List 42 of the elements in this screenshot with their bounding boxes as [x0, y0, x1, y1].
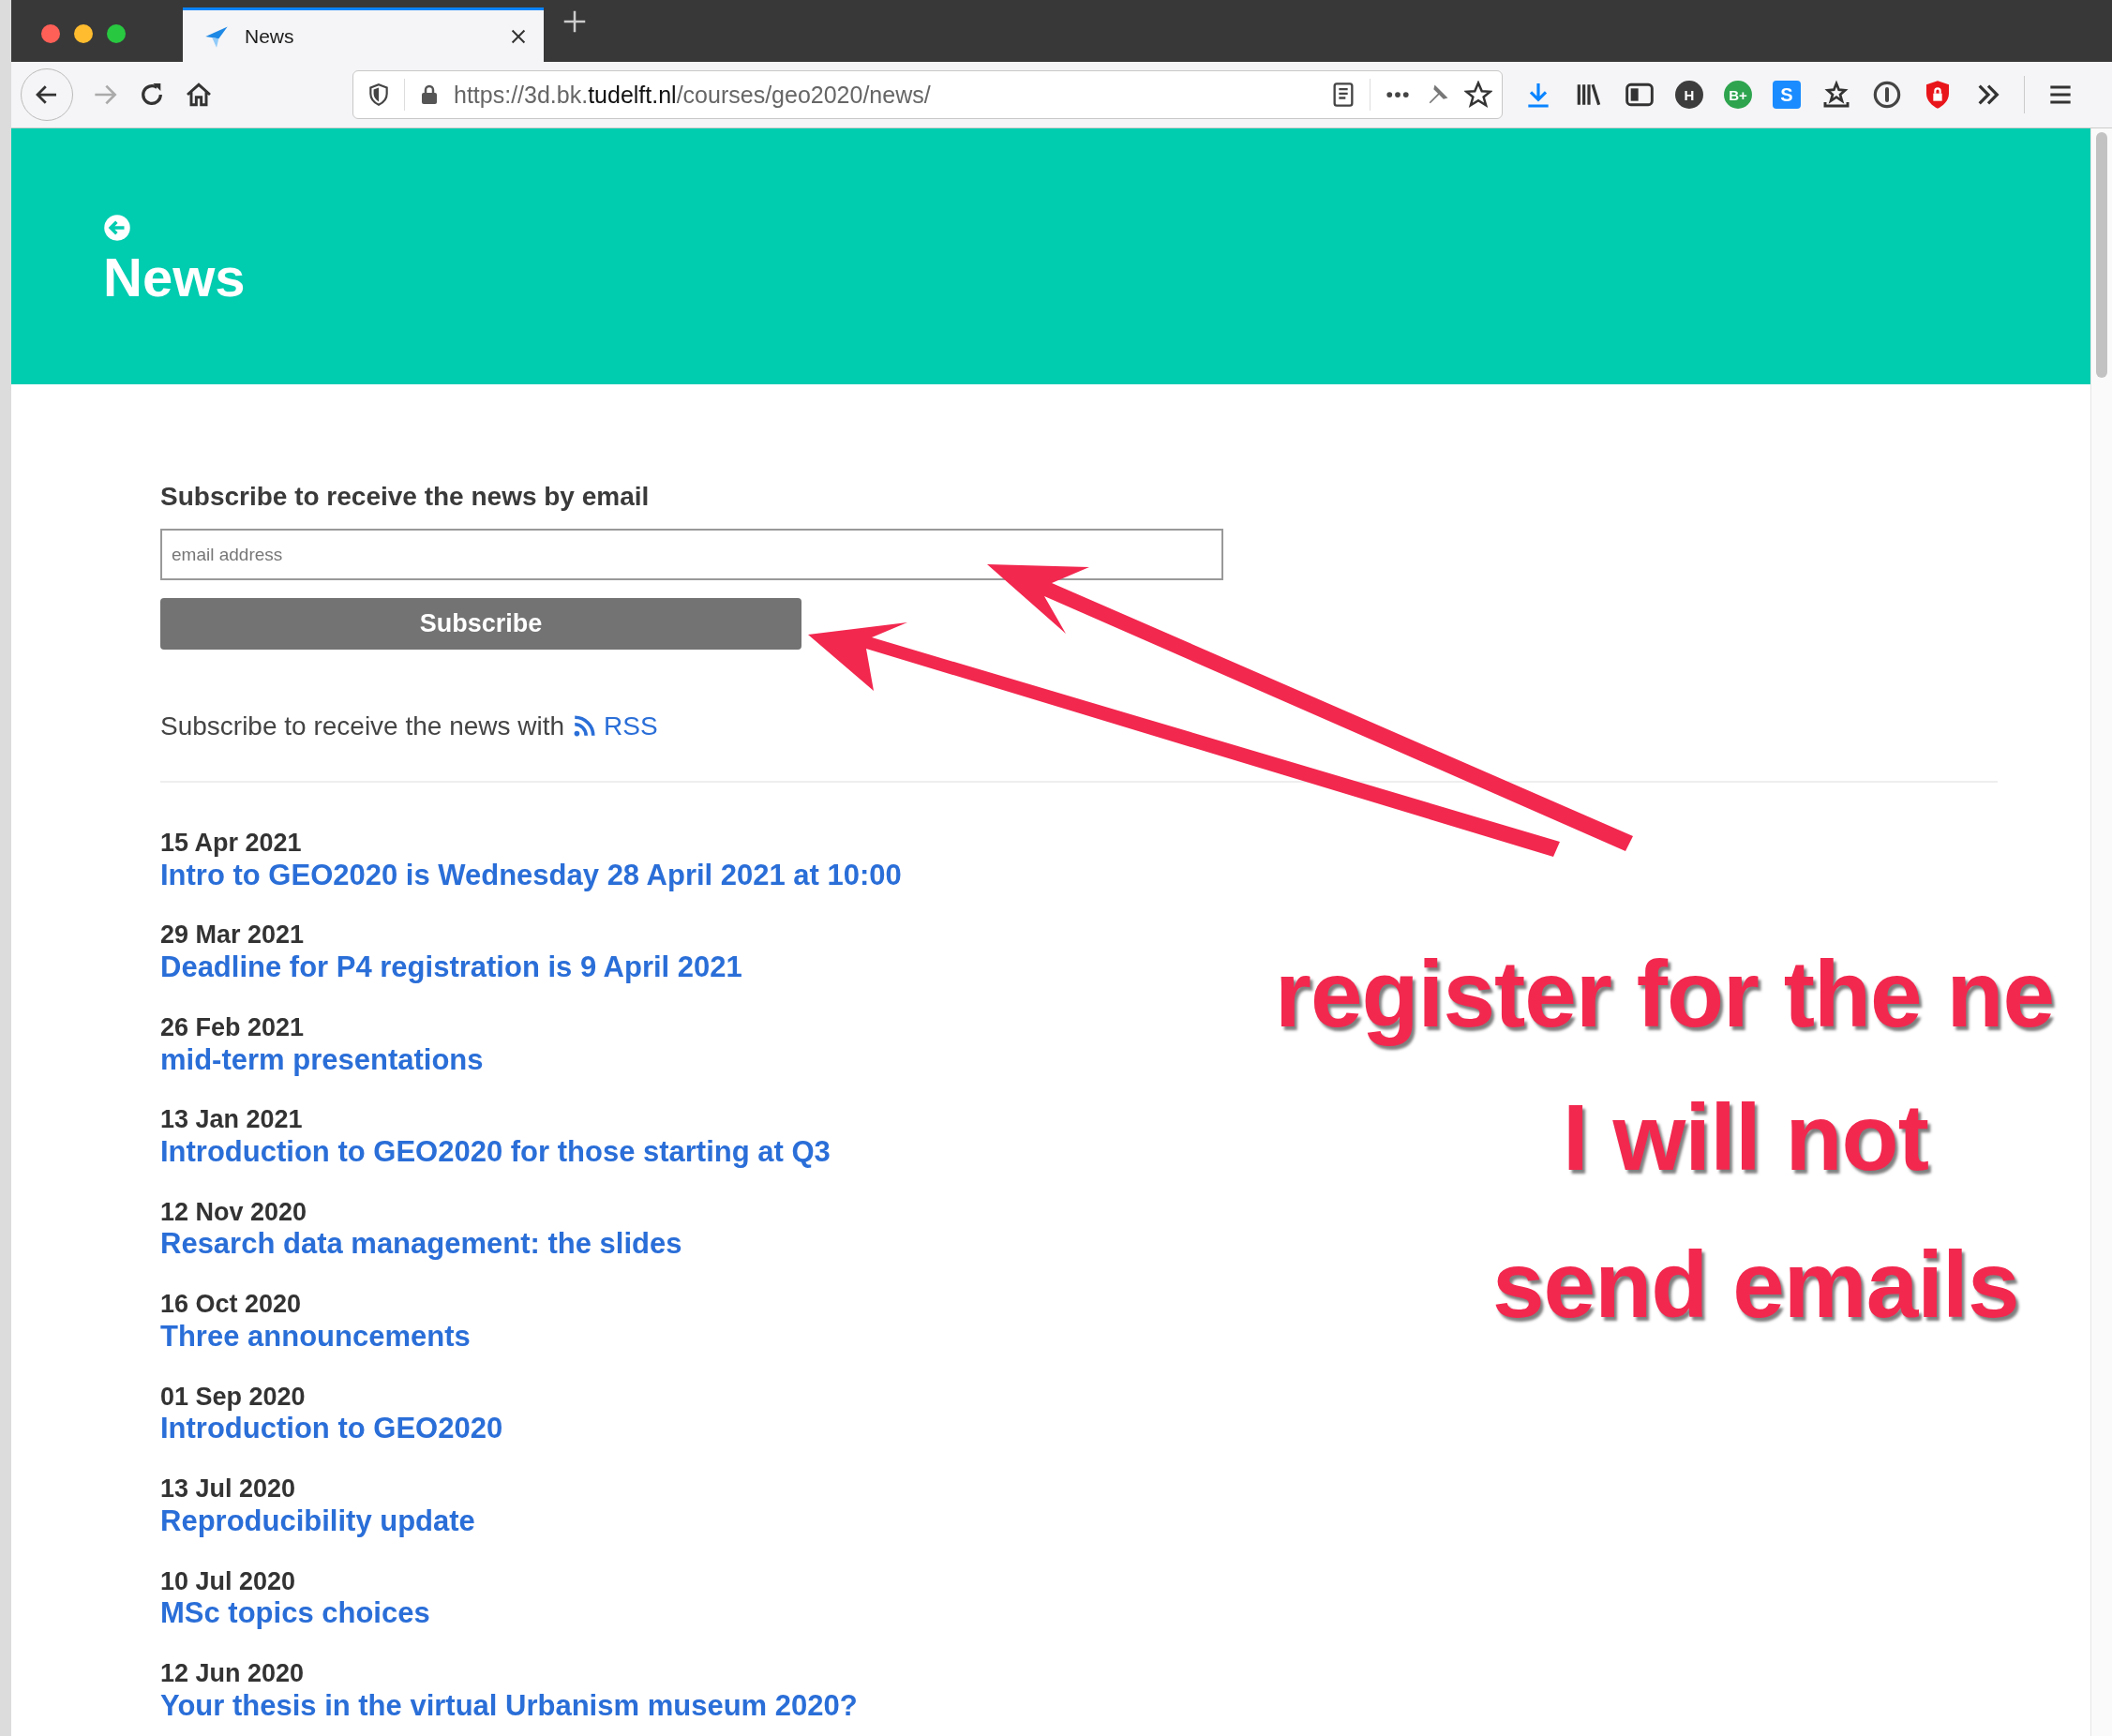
subscribe-button[interactable]: Subscribe	[160, 598, 801, 650]
news-link[interactable]: Your thesis in the virtual Urbanism museum 2020?	[160, 1687, 858, 1725]
news-date: 13 Jul 2020	[160, 1475, 296, 1504]
news-date: 12 Jun 2020	[160, 1659, 305, 1688]
news-date: 10 Jul 2020	[160, 1567, 296, 1596]
news-date: 12 Nov 2020	[160, 1198, 307, 1227]
annotation-text: register for the ne	[1275, 940, 2056, 1048]
news-link[interactable]: Introduction to GEO2020	[160, 1411, 503, 1448]
browser-tab[interactable]: News	[183, 7, 544, 62]
news-link[interactable]: mid-term presentations	[160, 1041, 484, 1079]
page-title: News	[103, 247, 246, 307]
shield-icon[interactable]	[367, 82, 391, 107]
rss-text: Subscribe to receive the news with	[160, 711, 565, 741]
keyhole-icon[interactable]	[1872, 80, 1902, 110]
rss-icon[interactable]	[572, 714, 597, 739]
news-date: 16 Oct 2020	[160, 1291, 302, 1319]
news-date: 01 Sep 2020	[160, 1383, 306, 1412]
rss-link[interactable]: RSS	[604, 711, 658, 741]
extension-button[interactable]: B+	[1724, 81, 1752, 109]
news-link[interactable]: Introduction to GEO2020 for those starting at Q3	[160, 1134, 831, 1171]
news-link[interactable]: Reproducibility update	[160, 1503, 475, 1540]
annotation-text: send emails	[1492, 1231, 2020, 1339]
news-link[interactable]: MSc topics choices	[160, 1595, 430, 1632]
extension-button[interactable]: H	[1675, 81, 1703, 109]
news-link[interactable]: Deadline for P4 registration is 9 April 2021	[160, 950, 742, 986]
bookmark-star-icon[interactable]	[1464, 81, 1492, 109]
email-field[interactable]: email address	[160, 529, 1223, 580]
news-date: 26 Feb 2021	[160, 1013, 305, 1042]
star-tray-icon[interactable]	[1821, 80, 1851, 110]
annotation-text: I will not	[1563, 1084, 1929, 1191]
news-date: 29 Mar 2021	[160, 921, 305, 950]
news-date: 15 Apr 2021	[160, 830, 302, 858]
close-window-button[interactable]	[41, 24, 60, 43]
news-date: 13 Jan 2021	[160, 1106, 303, 1134]
news-link[interactable]: Resarch data management: the slides	[160, 1226, 682, 1264]
news-link[interactable]: Three announcements	[160, 1318, 471, 1355]
extension-button[interactable]: S	[1773, 81, 1801, 109]
minimize-window-button[interactable]	[74, 24, 93, 43]
zoom-window-button[interactable]	[107, 24, 126, 43]
news-link[interactable]: Intro to GEO2020 is Wednesday 28 April 2021 at 10:00	[160, 857, 902, 894]
subscribe-heading: Subscribe to receive the news by email	[160, 482, 651, 512]
scrollbar-thumb[interactable]	[2096, 132, 2107, 378]
